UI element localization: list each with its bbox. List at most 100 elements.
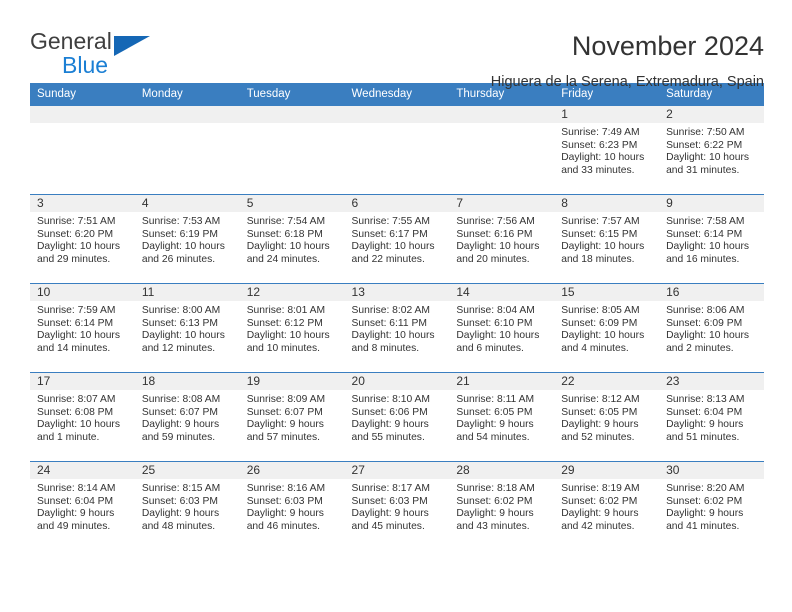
calendar-day-cell[interactable]: 24 Sunrise: 8:14 AM Sunset: 6:04 PM Dayligh… bbox=[30, 461, 135, 551]
calendar-day-cell[interactable]: 6 Sunrise: 7:55 AM Sunset: 6:17 PM Daylight… bbox=[344, 194, 450, 284]
calendar-day-cell[interactable]: 27 Sunrise: 8:17 AM Sunset: 6:03 PM Dayligh… bbox=[344, 461, 450, 551]
day-number: 22 bbox=[554, 373, 660, 390]
day-details: Sunrise: 8:13 AM Sunset: 6:04 PM Daylight:… bbox=[659, 390, 764, 444]
day-details: Sunrise: 7:59 AM Sunset: 6:14 PM Daylight:… bbox=[30, 301, 135, 355]
day-details: Sunrise: 7:58 AM Sunset: 6:14 PM Daylight:… bbox=[659, 212, 764, 266]
daylight-duration-line1: Daylight: 9 hours bbox=[246, 419, 324, 431]
calendar-day-cell[interactable]: 28 Sunrise: 8:18 AM Sunset: 6:02 PM Dayligh… bbox=[449, 461, 555, 551]
calendar-day-cell[interactable]: 25 Sunrise: 8:15 AM Sunset: 6:03 PM Dayligh… bbox=[134, 461, 240, 551]
day-number bbox=[134, 106, 240, 123]
calendar-day-cell[interactable]: 19 Sunrise: 8:09 AM Sunset: 6:07 PM Dayligh… bbox=[239, 372, 345, 462]
sunrise-time: Sunrise: 8:19 AM bbox=[561, 483, 640, 494]
day-number: 20 bbox=[344, 373, 450, 390]
daylight-duration-line2: and 55 minutes. bbox=[351, 431, 425, 443]
calendar-day-cell[interactable]: 20 Sunrise: 8:10 AM Sunset: 6:06 PM Dayligh… bbox=[344, 372, 450, 462]
sunrise-time: Sunrise: 7:58 AM bbox=[666, 216, 745, 227]
day-number: 29 bbox=[554, 462, 660, 479]
sunset-time: Sunset: 6:14 PM bbox=[37, 317, 114, 329]
daylight-duration-line1: Daylight: 9 hours bbox=[141, 419, 220, 431]
sunrise-time: Sunrise: 7:56 AM bbox=[456, 216, 535, 227]
calendar-day-cell[interactable]: 22 Sunrise: 8:12 AM Sunset: 6:05 PM Dayligh… bbox=[554, 372, 660, 462]
sunset-time: Sunset: 6:19 PM bbox=[141, 228, 218, 240]
sunset-time: Sunset: 6:02 PM bbox=[666, 495, 743, 507]
day-number: 18 bbox=[134, 373, 240, 390]
calendar-day-cell[interactable]: 2 Sunrise: 7:50 AM Sunset: 6:22 PM Daylight… bbox=[659, 105, 764, 195]
sunrise-time: Sunrise: 8:13 AM bbox=[666, 394, 745, 405]
daylight-duration-line2: and 59 minutes. bbox=[141, 431, 216, 443]
calendar-body: 1 Sunrise: 7:49 AM Sunset: 6:23 PM Daylight… bbox=[30, 105, 764, 551]
sunset-time: Sunset: 6:06 PM bbox=[351, 406, 428, 418]
calendar-day-cell-empty bbox=[344, 105, 450, 195]
calendar-day-cell-empty bbox=[449, 105, 555, 195]
sunrise-time: Sunrise: 8:11 AM bbox=[456, 394, 535, 405]
day-details: Sunrise: 8:15 AM Sunset: 6:03 PM Daylight:… bbox=[135, 479, 240, 533]
weekday-header-monday: Monday bbox=[134, 83, 240, 106]
calendar-day-cell[interactable]: 21 Sunrise: 8:11 AM Sunset: 6:05 PM Dayligh… bbox=[449, 372, 555, 462]
sunset-time: Sunset: 6:15 PM bbox=[561, 228, 638, 240]
daylight-duration-line2: and 43 minutes. bbox=[456, 520, 530, 532]
day-number: 24 bbox=[30, 462, 135, 479]
calendar-day-cell[interactable]: 7 Sunrise: 7:56 AM Sunset: 6:16 PM Daylight… bbox=[449, 194, 555, 284]
day-details: Sunrise: 8:16 AM Sunset: 6:03 PM Daylight:… bbox=[240, 479, 345, 533]
sunset-time: Sunset: 6:14 PM bbox=[666, 228, 743, 240]
sunrise-time: Sunrise: 8:05 AM bbox=[561, 305, 640, 316]
brand-logo[interactable]: General Blue bbox=[30, 30, 160, 84]
calendar-day-cell[interactable]: 30 Sunrise: 8:20 AM Sunset: 6:02 PM Dayligh… bbox=[659, 461, 764, 551]
sunrise-time: Sunrise: 8:15 AM bbox=[141, 483, 221, 494]
sunset-time: Sunset: 6:18 PM bbox=[246, 228, 323, 240]
sunset-time: Sunset: 6:04 PM bbox=[666, 406, 743, 418]
daylight-duration-line2: and 41 minutes. bbox=[666, 520, 740, 532]
sunrise-time: Sunrise: 8:20 AM bbox=[666, 483, 745, 494]
calendar-day-cell[interactable]: 9 Sunrise: 7:58 AM Sunset: 6:14 PM Daylight… bbox=[659, 194, 764, 284]
calendar-day-cell[interactable]: 12 Sunrise: 8:01 AM Sunset: 6:12 PM Dayligh… bbox=[239, 283, 345, 373]
daylight-duration-line2: and 52 minutes. bbox=[561, 431, 635, 443]
day-details: Sunrise: 8:17 AM Sunset: 6:03 PM Daylight:… bbox=[345, 479, 450, 533]
sunrise-time: Sunrise: 8:18 AM bbox=[456, 483, 535, 494]
day-details: Sunrise: 7:54 AM Sunset: 6:18 PM Daylight:… bbox=[240, 212, 345, 266]
calendar-day-cell[interactable]: 14 Sunrise: 8:04 AM Sunset: 6:10 PM Dayligh… bbox=[449, 283, 555, 373]
calendar-day-cell[interactable]: 10 Sunrise: 7:59 AM Sunset: 6:14 PM Dayligh… bbox=[30, 283, 135, 373]
calendar-day-cell[interactable]: 17 Sunrise: 8:07 AM Sunset: 6:08 PM Dayligh… bbox=[30, 372, 135, 462]
calendar-day-cell[interactable]: 13 Sunrise: 8:02 AM Sunset: 6:11 PM Dayligh… bbox=[344, 283, 450, 373]
day-number: 28 bbox=[449, 462, 555, 479]
calendar-day-cell[interactable]: 16 Sunrise: 8:06 AM Sunset: 6:09 PM Dayligh… bbox=[659, 283, 764, 373]
calendar-day-cell[interactable]: 23 Sunrise: 8:13 AM Sunset: 6:04 PM Dayligh… bbox=[659, 372, 764, 462]
calendar-day-cell[interactable]: 15 Sunrise: 8:05 AM Sunset: 6:09 PM Dayligh… bbox=[554, 283, 660, 373]
sunset-time: Sunset: 6:13 PM bbox=[141, 317, 218, 329]
daylight-duration-line2: and 48 minutes. bbox=[141, 520, 216, 532]
day-details: Sunrise: 8:07 AM Sunset: 6:08 PM Daylight:… bbox=[30, 390, 135, 444]
calendar-day-cell[interactable]: 18 Sunrise: 8:08 AM Sunset: 6:07 PM Dayligh… bbox=[134, 372, 240, 462]
daylight-duration-line1: Daylight: 9 hours bbox=[351, 508, 429, 520]
calendar-day-cell[interactable]: 8 Sunrise: 7:57 AM Sunset: 6:15 PM Daylight… bbox=[554, 194, 660, 284]
sunrise-time: Sunrise: 8:12 AM bbox=[561, 394, 640, 405]
daylight-duration-line1: Daylight: 10 hours bbox=[561, 330, 645, 342]
daylight-duration-line1: Daylight: 9 hours bbox=[456, 508, 534, 520]
daylight-duration-line1: Daylight: 10 hours bbox=[456, 241, 540, 253]
calendar-day-cell[interactable]: 29 Sunrise: 8:19 AM Sunset: 6:02 PM Dayligh… bbox=[554, 461, 660, 551]
day-number: 2 bbox=[659, 106, 764, 123]
calendar-day-cell[interactable]: 1 Sunrise: 7:49 AM Sunset: 6:23 PM Daylight… bbox=[554, 105, 660, 195]
calendar-day-cell[interactable]: 4 Sunrise: 7:53 AM Sunset: 6:19 PM Daylight… bbox=[134, 194, 240, 284]
daylight-duration-line2: and 42 minutes. bbox=[561, 520, 635, 532]
calendar-page: General Blue November 2024 Higuera de la… bbox=[0, 0, 792, 612]
sunrise-time: Sunrise: 7:50 AM bbox=[666, 127, 745, 138]
day-number: 16 bbox=[659, 284, 764, 301]
calendar-day-cell[interactable]: 26 Sunrise: 8:16 AM Sunset: 6:03 PM Dayligh… bbox=[239, 461, 345, 551]
page-subtitle: Higuera de la Serena, Extremadura, Spain bbox=[490, 74, 764, 90]
sunset-time: Sunset: 6:05 PM bbox=[456, 406, 533, 418]
day-details: Sunrise: 8:00 AM Sunset: 6:13 PM Daylight:… bbox=[135, 301, 240, 355]
calendar-day-cell[interactable]: 5 Sunrise: 7:54 AM Sunset: 6:18 PM Daylight… bbox=[239, 194, 345, 284]
daylight-duration-line1: Daylight: 9 hours bbox=[351, 419, 429, 431]
day-number: 5 bbox=[239, 195, 345, 212]
calendar-day-cell[interactable]: 11 Sunrise: 8:00 AM Sunset: 6:13 PM Dayligh… bbox=[134, 283, 240, 373]
day-details: Sunrise: 7:49 AM Sunset: 6:23 PM Daylight:… bbox=[554, 123, 659, 177]
sunset-time: Sunset: 6:03 PM bbox=[351, 495, 428, 507]
sunset-time: Sunset: 6:02 PM bbox=[561, 495, 638, 507]
day-details: Sunrise: 8:08 AM Sunset: 6:07 PM Daylight:… bbox=[135, 390, 240, 444]
calendar-week-row: 17 Sunrise: 8:07 AM Sunset: 6:08 PM Dayligh… bbox=[30, 372, 764, 462]
calendar-day-cell[interactable]: 3 Sunrise: 7:51 AM Sunset: 6:20 PM Daylight… bbox=[30, 194, 135, 284]
sunrise-time: Sunrise: 8:17 AM bbox=[351, 483, 430, 494]
daylight-duration-line1: Daylight: 10 hours bbox=[561, 241, 645, 253]
sunset-time: Sunset: 6:22 PM bbox=[666, 139, 743, 151]
day-number: 11 bbox=[134, 284, 240, 301]
